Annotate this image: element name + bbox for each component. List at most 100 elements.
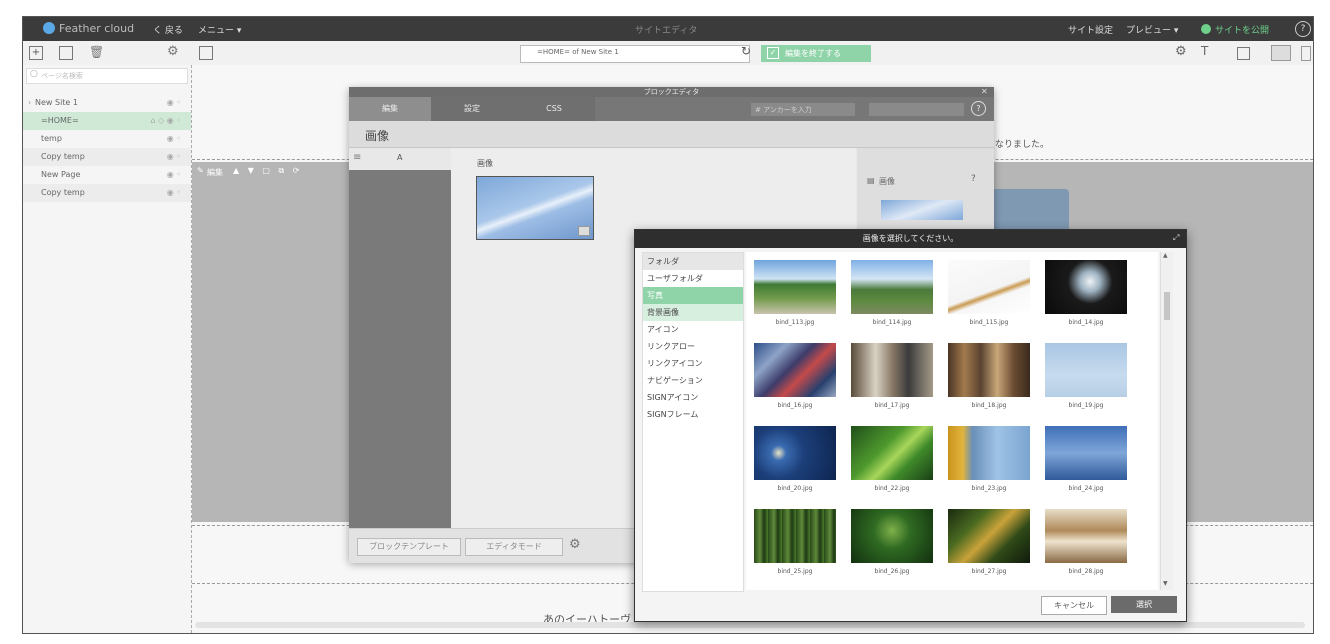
anchor-select[interactable] xyxy=(869,103,964,116)
image-thumbnail[interactable]: bind_18.jpg xyxy=(944,339,1034,418)
image-thumbnail[interactable]: bind_28.jpg xyxy=(1041,505,1131,584)
help-button[interactable]: ? xyxy=(1295,21,1311,37)
page-item[interactable]: temp ◉ ◦ xyxy=(23,130,191,148)
page-options-icon[interactable]: ⌂ ◇ ◉ ◦ xyxy=(150,112,181,130)
folder-item[interactable]: 背景画像 xyxy=(643,304,743,321)
cloud-logo-icon xyxy=(43,22,55,34)
block-template-button[interactable]: ブロックテンプレート xyxy=(357,538,461,556)
image-thumbnail[interactable]: bind_20.jpg xyxy=(750,422,840,501)
block-edit-toolbar[interactable]: ✎ 編集 ▲ ▼ ▢ ⧉ ⟳ xyxy=(195,165,355,179)
copy-page-icon[interactable] xyxy=(59,46,73,60)
close-icon[interactable]: ✕ xyxy=(981,87,988,96)
folder-item[interactable]: ナビゲーション xyxy=(643,372,743,389)
folder-item[interactable]: リンクアロー xyxy=(643,338,743,355)
expand-icon[interactable]: ⤢ xyxy=(1173,233,1179,243)
visibility-icon[interactable]: ◉ ◦ xyxy=(167,148,181,166)
image-thumbnail[interactable]: bind_24.jpg xyxy=(1041,422,1131,501)
finish-edit-label: 編集を終了する xyxy=(785,49,841,58)
editor-mode-button[interactable]: エディタモード xyxy=(465,538,563,556)
page-item[interactable]: New Page ◉ ◦ xyxy=(23,166,191,184)
page-item[interactable]: Copy temp ◉ ◦ xyxy=(23,184,191,202)
folder-item[interactable]: ユーザフォルダ xyxy=(643,270,743,287)
tab-css[interactable]: CSS xyxy=(513,97,595,121)
url-field[interactable]: =HOME= of New Site 1 xyxy=(520,45,750,63)
scrollbar-thumb[interactable] xyxy=(1164,292,1170,320)
layout-icon[interactable] xyxy=(1237,47,1250,60)
tab-settings[interactable]: 設定 xyxy=(431,97,513,121)
page-item-label: temp xyxy=(41,134,62,143)
page-item[interactable]: Copy temp ◉ ◦ xyxy=(23,148,191,166)
preview-button[interactable]: プレビュー ▾ xyxy=(1126,23,1178,36)
visibility-icon[interactable]: ◉ ◦ xyxy=(167,184,181,202)
site-settings-button[interactable]: サイト設定 xyxy=(1068,23,1113,36)
image-thumbnail[interactable]: bind_26.jpg xyxy=(847,505,937,584)
back-button[interactable]: く 戻る xyxy=(153,23,183,36)
image-thumbnail[interactable]: bind_14.jpg xyxy=(1041,256,1131,335)
image-thumbnail[interactable]: bind_23.jpg xyxy=(944,422,1034,501)
thumbnail-image xyxy=(754,509,836,563)
thumbnail-label: bind_28.jpg xyxy=(1068,568,1104,575)
folder-item[interactable]: リンクアイコン xyxy=(643,355,743,372)
image-thumbnail[interactable]: bind_25.jpg xyxy=(750,505,840,584)
folder-item-active[interactable]: 写真 xyxy=(643,287,743,304)
page-search-input[interactable]: ○ ページ名検索 xyxy=(26,68,188,84)
folder-item[interactable]: SIGNフレーム xyxy=(643,406,743,423)
settings-icon[interactable]: ⚙ xyxy=(1175,44,1187,59)
page-item-label: Copy temp xyxy=(41,152,85,161)
thumbnail-label: bind_114.jpg xyxy=(872,319,912,326)
image-thumbnail[interactable]: bind_114.jpg xyxy=(847,256,937,335)
cancel-button[interactable]: キャンセル xyxy=(1041,596,1107,615)
block-tool-icons: ▲ ▼ ▢ ⧉ ⟳ xyxy=(233,166,303,175)
text-size-icon[interactable]: T xyxy=(1201,44,1208,58)
panel-toggle-icon[interactable] xyxy=(199,46,213,60)
image-thumbnail[interactable]: bind_17.jpg xyxy=(847,339,937,418)
image-thumbnail[interactable]: bind_16.jpg xyxy=(750,339,840,418)
anchor-input[interactable]: # アンカーを入力 xyxy=(751,103,855,116)
image-icon: ▤ xyxy=(867,176,875,185)
app-logo[interactable]: Feather cloud xyxy=(59,22,134,35)
block-editor-tabs: 編集 設定 CSS # アンカーを入力 ? xyxy=(349,97,994,121)
image-grid-scrollbar[interactable]: ▲ ▼ xyxy=(1160,252,1173,590)
menu-button[interactable]: メニュー ▾ xyxy=(198,23,241,36)
scroll-down-icon[interactable]: ▼ xyxy=(1163,580,1168,587)
block-editor-header: 画像 xyxy=(349,121,994,148)
horizontal-scrollbar[interactable] xyxy=(195,622,1305,628)
image-edit-icon[interactable] xyxy=(578,226,590,236)
image-thumbnail[interactable]: bind_19.jpg xyxy=(1041,339,1131,418)
page-item[interactable]: › New Site 1 ◉ ◦ xyxy=(23,94,191,112)
block-editor-title: ブロックエディタ xyxy=(349,87,994,97)
desktop-view-icon[interactable] xyxy=(1271,45,1291,61)
visibility-icon[interactable]: ◉ ◦ xyxy=(167,130,181,148)
visibility-icon[interactable]: ◉ ◦ xyxy=(167,166,181,184)
thumbnail-image xyxy=(948,509,1030,563)
thumbnail-label: bind_18.jpg xyxy=(971,402,1007,409)
element-list-item[interactable]: ≡ A xyxy=(349,148,451,170)
footer-gear-icon[interactable]: ⚙ xyxy=(569,537,581,552)
tab-edit[interactable]: 編集 xyxy=(349,97,431,121)
mobile-view-icon[interactable] xyxy=(1301,46,1311,61)
add-page-icon[interactable]: + xyxy=(29,46,43,60)
trash-icon[interactable]: 🗑 xyxy=(89,45,104,59)
gear-icon[interactable]: ⚙ xyxy=(167,44,179,59)
publish-button[interactable]: サイトを公開 xyxy=(1215,23,1269,36)
scroll-up-icon[interactable]: ▲ xyxy=(1163,252,1168,259)
visibility-icon[interactable]: ◉ ◦ xyxy=(167,94,181,112)
help-icon[interactable]: ? xyxy=(971,101,986,116)
page-item-label: New Site 1 xyxy=(35,98,78,107)
select-button[interactable]: 選択 xyxy=(1111,596,1177,613)
image-thumbnail[interactable]: bind_115.jpg xyxy=(944,256,1034,335)
reload-icon[interactable]: ↻ xyxy=(741,44,751,58)
image-preview[interactable] xyxy=(476,176,594,240)
element-list-label: A xyxy=(397,153,403,162)
image-thumbnail[interactable]: bind_27.jpg xyxy=(944,505,1034,584)
folder-item[interactable]: アイコン xyxy=(643,321,743,338)
image-thumbnail[interactable]: bind_113.jpg xyxy=(750,256,840,335)
drag-handle-icon[interactable]: ≡ xyxy=(353,152,361,163)
page-item-selected[interactable]: =HOME= ⌂ ◇ ◉ ◦ xyxy=(23,112,191,130)
side-help-icon[interactable]: ? xyxy=(971,174,976,184)
finish-edit-button[interactable]: ✓ 編集を終了する xyxy=(761,45,871,62)
image-thumbnail[interactable]: bind_22.jpg xyxy=(847,422,937,501)
thumbnail-label: bind_20.jpg xyxy=(777,485,813,492)
thumbnail-label: bind_27.jpg xyxy=(971,568,1007,575)
folder-item[interactable]: SIGNアイコン xyxy=(643,389,743,406)
